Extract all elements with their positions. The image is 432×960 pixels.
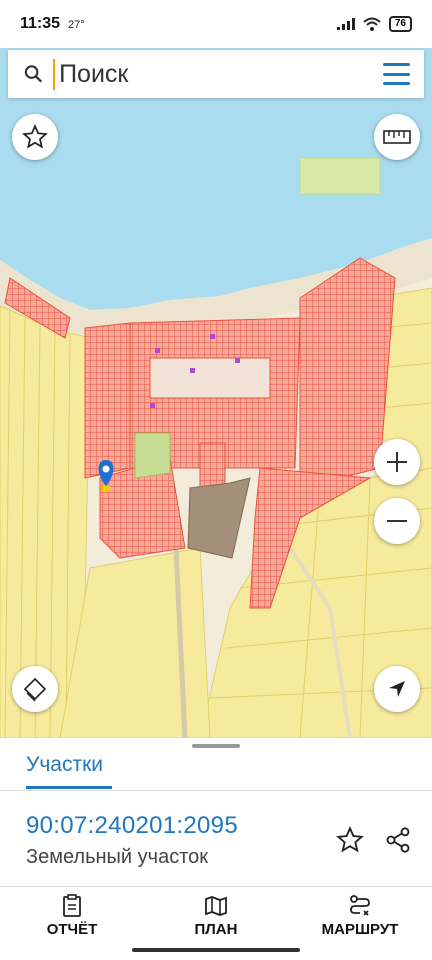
tab-parcels[interactable]: Участки [26,753,103,777]
battery-icon: 76 [388,16,412,32]
nav-report-label: ОТЧЁТ [46,921,98,938]
star-icon [22,124,48,149]
plus-icon [387,452,407,472]
clipboard-icon [63,894,81,917]
parcel-zone [84,322,131,479]
signal-icon [336,18,355,30]
search-bar[interactable] [8,50,424,98]
minus-icon [387,520,407,522]
nav-plan[interactable]: ПЛАН [186,894,246,938]
parcel-type: Земельный участок [26,846,209,868]
map-canvas[interactable] [0,48,432,738]
bottom-sheet: Участки 90:07:240201:2095 Земельный учас… [0,738,432,960]
tab-indicator [26,786,112,789]
nav-plan-label: ПЛАН [194,921,238,938]
status-temperature: 27° [68,19,85,31]
ruler-icon [383,130,411,144]
nav-route-label: МАРШРУТ [321,921,399,938]
nav-report[interactable]: ОТЧЁТ [42,894,102,938]
divider [0,790,432,791]
search-icon [24,65,43,83]
menu-icon[interactable] [383,63,410,85]
status-time: 11:35 [20,15,61,32]
zoom-in-button[interactable] [374,439,420,485]
navigation-arrow-icon [389,681,405,697]
park [134,432,171,479]
map-view[interactable] [0,48,432,738]
layers-button[interactable] [12,666,58,712]
village-centre [149,357,271,399]
share-icon[interactable] [384,826,412,854]
parcel-cadastral-number[interactable]: 90:07:240201:2095 [26,812,238,840]
map-icon [205,896,227,916]
divider [0,886,432,887]
zoom-out-button[interactable] [374,498,420,544]
ruler-button[interactable] [374,114,420,160]
route-icon [350,895,370,916]
home-indicator[interactable] [132,948,300,952]
sheet-drag-handle[interactable] [192,744,240,748]
my-location-button[interactable] [374,666,420,712]
parcel-zone [199,442,226,489]
bottom-navigation: ОТЧЁТ ПЛАН МАРШРУТ [0,888,432,950]
favorite-button[interactable] [12,114,58,160]
star-icon[interactable] [336,826,364,854]
layers-icon [23,677,47,702]
green-zone [299,157,381,195]
search-input[interactable] [53,58,384,90]
wifi-icon [363,17,381,31]
nav-route[interactable]: МАРШРУТ [316,894,404,938]
status-bar: 11:35 27° 76 [0,0,432,48]
